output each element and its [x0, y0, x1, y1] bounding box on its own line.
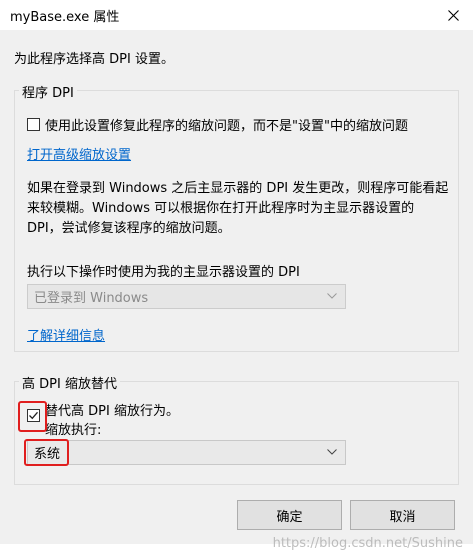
intro-text: 为此程序选择高 DPI 设置。 — [14, 52, 174, 67]
high-dpi-override-group: 高 DPI 缩放替代 替代高 DPI 缩放行为。 缩放执行: 系统 — [14, 373, 459, 485]
ok-button[interactable]: 确定 — [237, 500, 342, 530]
close-button[interactable] — [433, 0, 473, 30]
program-dpi-checkbox[interactable] — [27, 118, 40, 131]
program-dpi-group: 程序 DPI 使用此设置修复此程序的缩放问题，而不是"设置"中的缩放问题 打开高… — [14, 82, 459, 352]
high-dpi-override-legend: 高 DPI 缩放替代 — [19, 373, 120, 392]
close-icon — [447, 9, 459, 21]
program-dpi-checkbox-label: 使用此设置修复此程序的缩放问题，而不是"设置"中的缩放问题 — [45, 119, 408, 134]
learn-more-link[interactable]: 了解详细信息 — [27, 325, 105, 344]
program-dpi-legend: 程序 DPI — [19, 82, 77, 101]
window-title: myBase.exe 属性 — [10, 10, 120, 25]
advanced-scaling-link[interactable]: 打开高级缩放设置 — [27, 144, 131, 163]
ok-button-label: 确定 — [276, 509, 303, 525]
cancel-button[interactable]: 取消 — [350, 500, 455, 530]
chevron-down-icon — [327, 293, 337, 299]
scaling-performed-label: 缩放执行: — [45, 423, 102, 438]
cancel-button-label: 取消 — [389, 509, 416, 525]
dpi-select-label: 执行以下操作时使用为我的主显示器设置的 DPI — [27, 265, 300, 280]
dpi-timing-select: 已登录到 Windows — [27, 284, 346, 309]
program-dpi-description: 如果在登录到 Windows 之后主显示器的 DPI 发生更改，则程序可能看起来… — [27, 181, 449, 236]
dialog-content: 为此程序选择高 DPI 设置。 程序 DPI 使用此设置修复此程序的缩放问题，而… — [0, 30, 473, 551]
chevron-down-icon — [327, 449, 337, 455]
scaling-performed-select[interactable]: 系统 — [27, 440, 346, 465]
dpi-timing-select-value: 已登录到 Windows — [34, 291, 149, 306]
select-highlight — [24, 439, 69, 466]
checkbox-highlight — [18, 401, 47, 432]
title-bar: myBase.exe 属性 — [0, 0, 473, 30]
override-checkbox-label: 替代高 DPI 缩放行为。 — [45, 404, 179, 419]
